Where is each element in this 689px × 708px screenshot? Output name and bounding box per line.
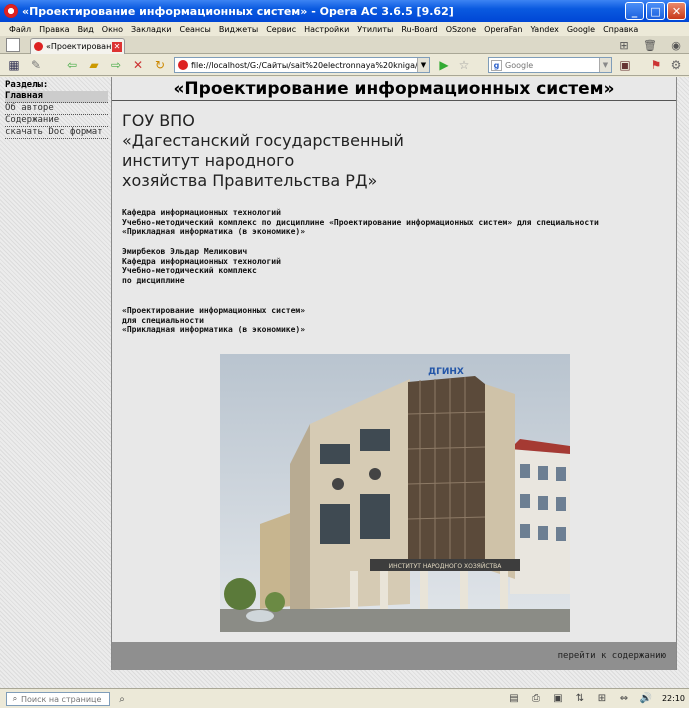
search-field[interactable]: g ▼	[488, 57, 612, 73]
content-footer: перейти к содержанию	[112, 642, 676, 670]
stop-icon[interactable]: ✕	[130, 57, 146, 73]
menu-item-settings[interactable]: Настройки	[300, 25, 353, 34]
sidebar-heading: Разделы:	[5, 80, 49, 90]
organization-name: ГОУ ВПО «Дагестанский государственный ин…	[122, 111, 404, 190]
menu-item-oszone[interactable]: OSzone	[442, 25, 480, 34]
window-titlebar: «Проектирование информационных систем» -…	[0, 0, 689, 22]
sidebar-item-contents[interactable]: Содержание	[5, 115, 108, 127]
print-icon[interactable]: ⎙	[530, 692, 542, 704]
main-content: «Проектирование информационных систем» Г…	[111, 77, 677, 670]
google-icon: g	[491, 59, 502, 71]
menu-item-yandex[interactable]: Yandex	[527, 25, 563, 34]
address-field[interactable]: file://localhost/G:/Сайты/sait%20electro…	[174, 57, 430, 73]
sidebar: Разделы: Главная Об авторе Содержание ск…	[5, 80, 108, 139]
sidebar-item-main[interactable]: Главная	[5, 91, 108, 103]
search-input[interactable]	[505, 60, 599, 70]
page-info-icon[interactable]: ▤	[508, 692, 520, 704]
menu-item-google[interactable]: Google	[563, 25, 599, 34]
info-block-discipline: «Проектирование информационных систем» д…	[122, 306, 306, 334]
menu-bar: Файл Правка Вид Окно Закладки Сеансы Вид…	[0, 22, 689, 36]
page-favicon-icon	[34, 42, 43, 51]
folder-icon[interactable]: ▰	[86, 57, 102, 73]
image-toggle-icon[interactable]: ▣	[552, 692, 564, 704]
menu-item-edit[interactable]: Правка	[35, 25, 73, 34]
find-in-page-field[interactable]: ⌕	[6, 692, 110, 706]
forward-icon[interactable]: ⇨	[108, 57, 124, 73]
menu-item-view[interactable]: Вид	[74, 25, 98, 34]
speaker-icon[interactable]: 🔊	[640, 692, 652, 704]
network-icon[interactable]: ⇅	[574, 692, 586, 704]
sidebar-item-about-author[interactable]: Об авторе	[5, 103, 108, 115]
new-page-icon[interactable]	[6, 38, 20, 52]
sidebar-item-download-doc[interactable]: скачать Doc формат	[5, 127, 108, 139]
url-text: file://localhost/G:/Сайты/sait%20electro…	[191, 60, 417, 70]
pin-icon[interactable]: ⚑	[648, 57, 664, 73]
opera-logo-icon	[4, 4, 18, 18]
reload-icon[interactable]: ↻	[152, 57, 168, 73]
photo-sign-text: ДГИНХ	[428, 367, 464, 377]
closed-tabs-icon[interactable]: ⊞	[617, 38, 631, 52]
go-icon[interactable]: ▶	[436, 57, 452, 73]
clock-time: 22:10	[661, 693, 685, 703]
menu-item-sessions[interactable]: Сеансы	[176, 25, 215, 34]
panels-icon[interactable]: ▦	[6, 57, 22, 73]
tab-active[interactable]: «Проектирован... ✕	[30, 38, 125, 54]
search-engine-dropdown-icon[interactable]: ▼	[599, 58, 611, 72]
chevron-down-icon[interactable]: ▼	[417, 58, 429, 72]
menu-item-widgets[interactable]: Виджеты	[215, 25, 262, 34]
bookmark-star-icon[interactable]: ☆	[456, 57, 472, 73]
zoom-icon[interactable]: ⌕	[116, 693, 128, 705]
tab-close-icon[interactable]: ✕	[112, 41, 122, 52]
page-viewport: Разделы: Главная Об авторе Содержание ск…	[0, 77, 689, 688]
info-block-department: Кафедра информационных технологий Учебно…	[122, 208, 599, 236]
settings-icon[interactable]: ◉	[669, 38, 683, 52]
page-icon	[178, 60, 188, 70]
view-icon[interactable]: ⊞	[596, 692, 608, 704]
menu-item-window[interactable]: Окно	[98, 25, 127, 34]
maximize-button[interactable]: □	[646, 2, 665, 20]
window-title: «Проектирование информационных систем» -…	[22, 4, 454, 18]
menu-item-operafan[interactable]: OperaFan	[480, 25, 526, 34]
menu-item-ruboard[interactable]: Ru-Board	[397, 25, 441, 34]
menu-item-help[interactable]: Справка	[599, 25, 642, 34]
close-button[interactable]: ✕	[667, 2, 686, 20]
address-toolbar: ▦ ✎ ⇦ ▰ ⇨ ✕ ↻ file://localhost/G:/Сайты/…	[0, 54, 689, 76]
search-icon: ⌕	[12, 694, 18, 703]
menu-item-service[interactable]: Сервис	[262, 25, 300, 34]
status-bar: ⌕ ⌕ ▤ ⎙ ▣ ⇅ ⊞ ⇔ 🔊 22:10	[0, 688, 689, 708]
menu-item-bookmarks[interactable]: Закладки	[127, 25, 175, 34]
trash-icon[interactable]: 🗑	[643, 38, 657, 52]
tab-label: «Проектирован...	[46, 42, 112, 51]
tools-icon[interactable]: ⚙	[668, 57, 684, 73]
page-title: «Проектирование информационных систем»	[112, 77, 676, 101]
find-in-page-input[interactable]	[21, 694, 109, 704]
edit-icon[interactable]: ✎	[28, 57, 44, 73]
goto-contents-link[interactable]: перейти к содержанию	[558, 651, 666, 661]
fit-width-icon[interactable]: ⇔	[618, 692, 630, 704]
menu-item-file[interactable]: Файл	[5, 25, 35, 34]
building-photo: ДГИНХ ИНСТИТУТ НАРОДНОГО ХОЗЯЙСТВА	[220, 354, 570, 632]
bookmarks-panel-icon[interactable]: ▣	[617, 57, 633, 73]
info-block-author: Эмирбеков Эльдар Меликович Кафедра инфор…	[122, 247, 281, 285]
tab-bar: «Проектирован... ✕ ⊞ 🗑 ◉	[0, 36, 689, 54]
minimize-button[interactable]: _	[625, 2, 644, 20]
menu-item-utilities[interactable]: Утилиты	[353, 25, 397, 34]
back-icon[interactable]: ⇦	[64, 57, 80, 73]
photo-banner-text: ИНСТИТУТ НАРОДНОГО ХОЗЯЙСТВА	[389, 563, 503, 570]
